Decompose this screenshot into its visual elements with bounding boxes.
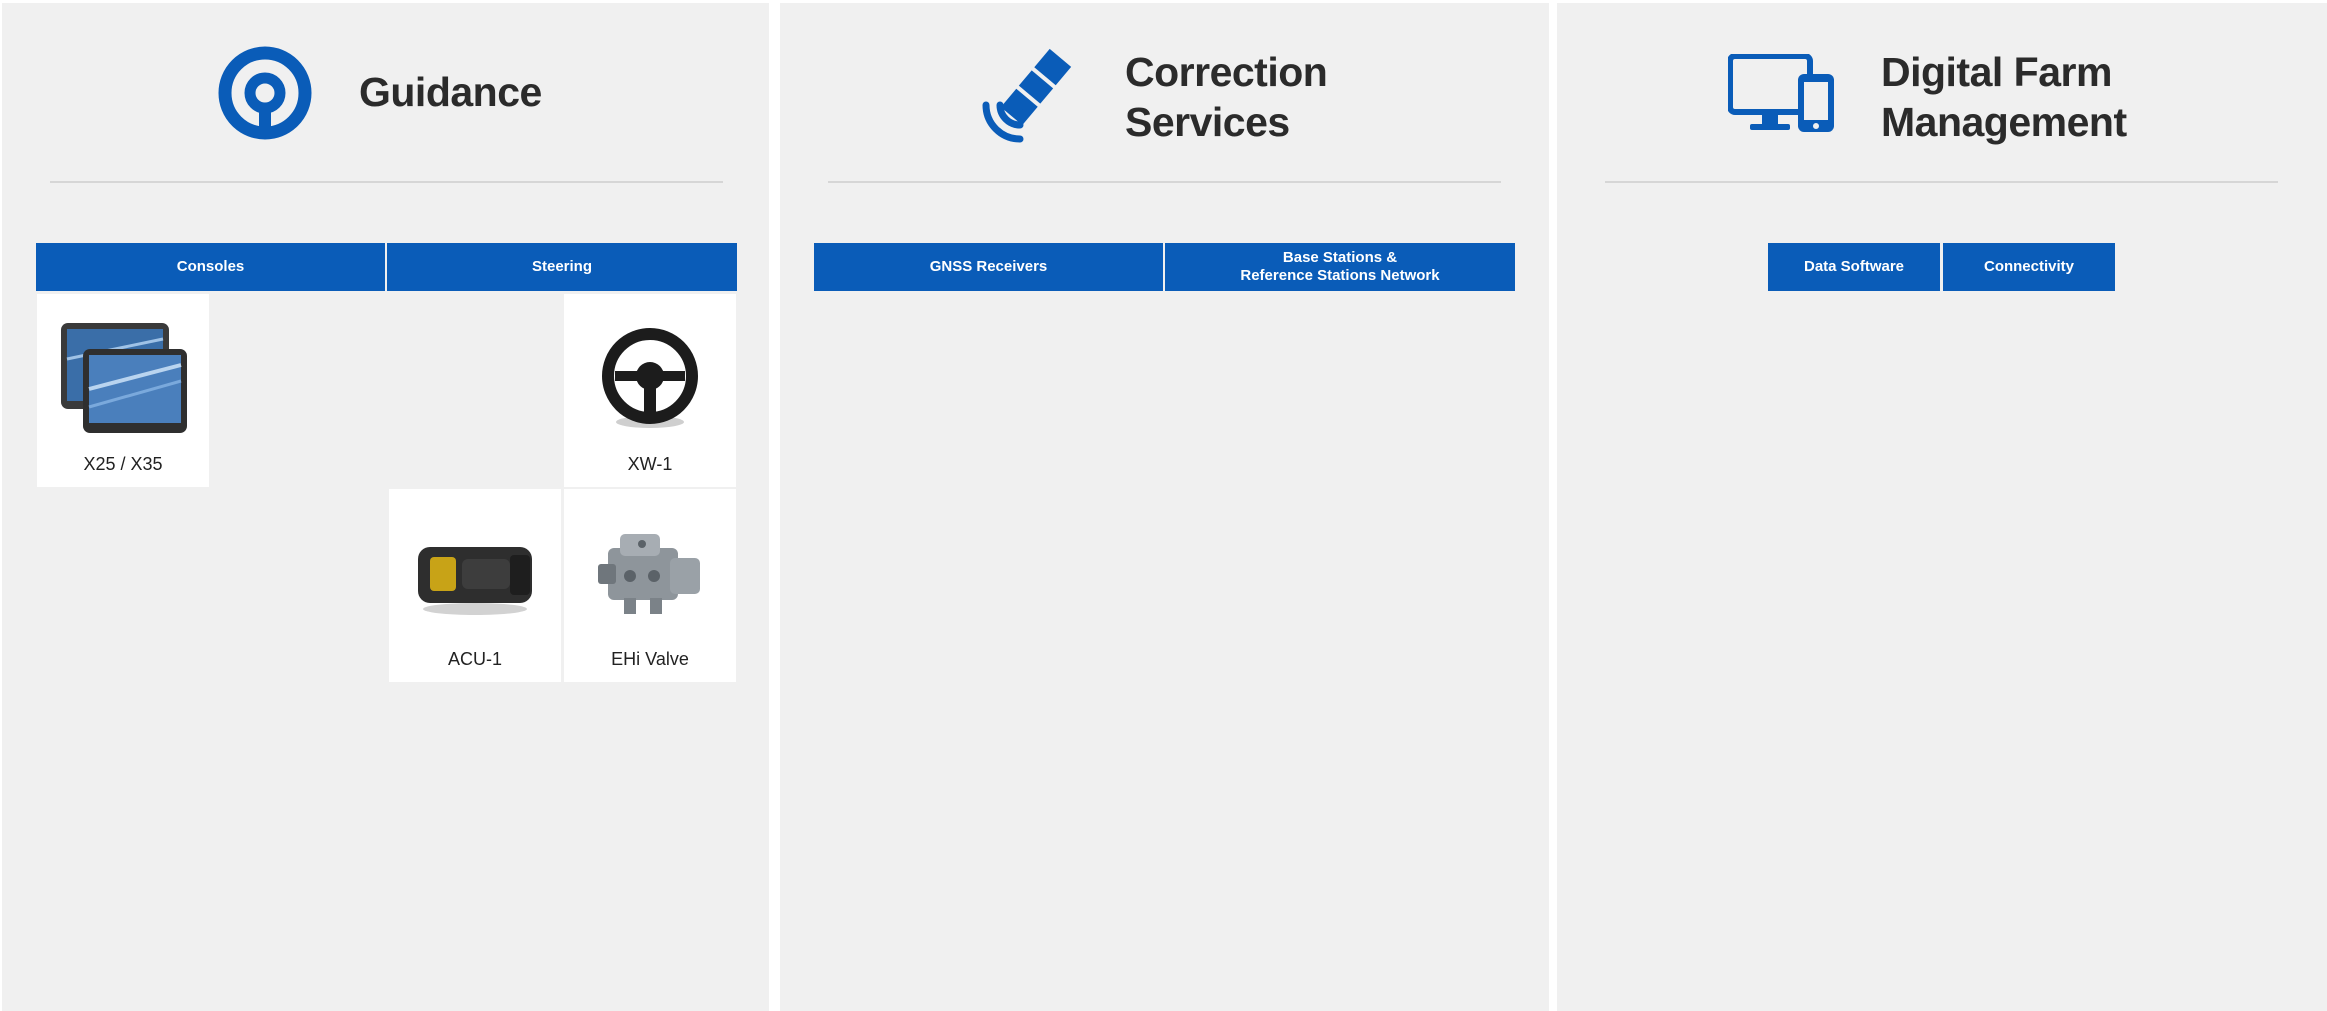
tab-consoles[interactable]: Consoles (36, 243, 385, 291)
tab-data-software[interactable]: Data Software (1768, 243, 1940, 291)
control-unit-icon (389, 509, 561, 639)
product-card-acu-1[interactable]: ACU-1 (389, 489, 561, 682)
hydraulic-valve-icon (564, 509, 736, 639)
digital-farm-management-panel: Digital Farm Management Data Software Co… (1557, 3, 2327, 1011)
console-displays-icon (37, 314, 209, 444)
tab-steering[interactable]: Steering (387, 243, 737, 291)
tab-base-stations[interactable]: Base Stations & Reference Stations Netwo… (1165, 243, 1515, 291)
section-title-line: Management (1881, 99, 2127, 145)
tab-connectivity[interactable]: Connectivity (1943, 243, 2115, 291)
section-title: Digital Farm Management (1881, 47, 2127, 147)
product-name: XW-1 (627, 454, 673, 474)
section-title: Guidance (359, 69, 542, 115)
satellite-icon (978, 47, 1078, 143)
tab-label-line: Base Stations & (1282, 249, 1398, 266)
section-title-line: Digital Farm (1881, 49, 2112, 95)
section-title-line: Services (1125, 99, 1290, 145)
product-name: X25 / X35 (83, 454, 163, 474)
section-title: Correction Services (1125, 47, 1328, 147)
steering-wheel-icon (218, 46, 312, 140)
guidance-panel: Guidance Consoles Steering X25 / X35 XW-… (2, 3, 769, 1011)
desktop-mobile-icon (1727, 53, 1836, 134)
product-card-xw-1[interactable]: XW-1 (564, 294, 736, 487)
tab-label-line: Reference Stations Network (1240, 267, 1440, 284)
steering-wheel-icon (564, 314, 736, 444)
product-card-ehi-valve[interactable]: EHi Valve (564, 489, 736, 682)
product-name: EHi Valve (611, 649, 689, 669)
section-title-line: Correction (1125, 49, 1328, 95)
product-name: ACU-1 (447, 649, 502, 669)
tab-gnss-receivers[interactable]: GNSS Receivers (814, 243, 1163, 291)
correction-services-panel: Correction Services GNSS Receivers Base … (780, 3, 1549, 1011)
divider (1605, 181, 2278, 183)
product-card-x25-x35[interactable]: X25 / X35 (37, 294, 209, 487)
divider (828, 181, 1501, 183)
divider (50, 181, 723, 183)
